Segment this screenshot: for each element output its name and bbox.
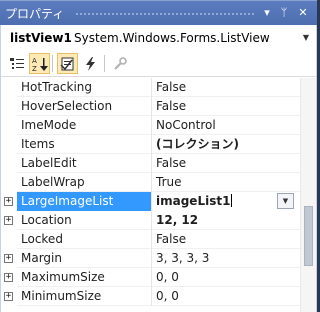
property-value-text: 12, 12	[156, 213, 199, 227]
property-name: LargeImageList	[17, 192, 152, 211]
property-row[interactable]: + LargeImageList imageList1 ▼	[1, 192, 300, 211]
expand-icon[interactable]: +	[4, 273, 13, 282]
property-value-text: (コレクション)	[156, 137, 239, 151]
vertical-scrollbar[interactable]	[300, 78, 316, 312]
property-row[interactable]: Locked False	[1, 230, 300, 249]
property-name: Items	[17, 135, 152, 154]
property-row[interactable]: LabelWrap True	[1, 173, 300, 192]
row-gutter: +	[1, 192, 17, 211]
property-value: False	[153, 230, 300, 249]
title-bar[interactable]: プロパティ ▾ ᛘ ✕	[0, 0, 317, 25]
chevron-down-icon[interactable]: ▼	[299, 30, 313, 46]
property-value-text: False	[156, 80, 187, 94]
property-name: LabelEdit	[17, 154, 152, 173]
property-name: ImeMode	[17, 116, 152, 135]
property-row[interactable]: + Location 12, 12	[1, 211, 300, 230]
property-value-text: 3, 3, 3, 3	[156, 251, 210, 265]
property-value-text: 0, 0	[156, 289, 179, 303]
property-value: (コレクション)	[153, 135, 300, 154]
property-row[interactable]: LabelEdit False	[1, 154, 300, 173]
properties-icon	[60, 57, 74, 71]
row-gutter: +	[1, 287, 17, 306]
alphabetical-icon: A Z	[32, 57, 48, 72]
property-name: Locked	[17, 230, 152, 249]
property-pages-button[interactable]	[109, 53, 130, 74]
property-value: False	[153, 154, 300, 173]
row-gutter	[1, 230, 17, 249]
expand-icon[interactable]: +	[4, 292, 13, 301]
property-name: MaximumSize	[17, 268, 152, 287]
property-value-text: False	[156, 99, 187, 113]
property-grid: HotTracking False HoverSelection False ImeMo…	[1, 78, 300, 312]
property-row[interactable]: + MaximumSize 0, 0	[1, 268, 300, 287]
events-icon	[86, 57, 95, 71]
toolbar-separator	[104, 55, 105, 72]
row-gutter: +	[1, 249, 17, 268]
property-row[interactable]: HotTracking False	[1, 78, 300, 97]
property-name: Margin	[17, 249, 152, 268]
property-value-text: False	[156, 232, 187, 246]
property-value: 0, 0	[153, 268, 300, 287]
property-value: NoControl	[153, 116, 300, 135]
property-name: HoverSelection	[17, 97, 152, 116]
window-menu-button[interactable]: ▾	[259, 5, 275, 21]
property-value: 3, 3, 3, 3	[153, 249, 300, 268]
svg-text:Z: Z	[32, 65, 37, 72]
property-value-text: True	[156, 175, 182, 189]
auto-hide-pin-button[interactable]: ᛘ	[276, 5, 292, 21]
properties-toolbar: A Z	[1, 51, 316, 77]
title-grip	[75, 12, 255, 17]
properties-window: プロパティ ▾ ᛘ ✕ listView1 System.Windows.For…	[0, 0, 317, 312]
row-gutter	[1, 116, 17, 135]
property-value-text: imageList1	[156, 194, 231, 208]
object-selector[interactable]: listView1 System.Windows.Forms.ListView …	[3, 27, 315, 49]
expand-icon[interactable]: +	[4, 254, 13, 263]
property-value: 0, 0	[153, 287, 300, 306]
toolbar-separator	[52, 55, 53, 72]
object-type: System.Windows.Forms.ListView	[74, 31, 270, 45]
property-value: True	[153, 173, 300, 192]
property-name: HotTracking	[17, 78, 152, 97]
property-row[interactable]: HoverSelection False	[1, 97, 300, 116]
row-gutter	[1, 78, 17, 97]
svg-text:A: A	[32, 57, 37, 65]
close-button[interactable]: ✕	[295, 5, 311, 21]
row-gutter: +	[1, 268, 17, 287]
row-gutter	[1, 97, 17, 116]
alphabetical-button[interactable]: A Z	[29, 53, 50, 74]
scrollbar-thumb[interactable]	[304, 206, 313, 266]
property-value-text: 0, 0	[156, 270, 179, 284]
row-gutter	[1, 173, 17, 192]
property-name: Location	[17, 211, 152, 230]
property-row[interactable]: ImeMode NoControl	[1, 116, 300, 135]
properties-panel: listView1 System.Windows.Forms.ListView …	[0, 25, 317, 312]
window-title: プロパティ	[5, 7, 65, 21]
property-name: LabelWrap	[17, 173, 152, 192]
property-name: MinimumSize	[17, 287, 152, 306]
property-row[interactable]: + MinimumSize 0, 0	[1, 287, 300, 306]
expand-icon[interactable]: +	[4, 197, 13, 206]
property-row[interactable]: Items (コレクション)	[1, 135, 300, 154]
chevron-down-icon[interactable]: ▼	[277, 193, 294, 209]
categorized-icon	[10, 58, 24, 69]
properties-button[interactable]	[57, 53, 78, 74]
row-gutter	[1, 154, 17, 173]
property-row[interactable]: + Margin 3, 3, 3, 3	[1, 249, 300, 268]
property-value: 12, 12	[153, 211, 300, 230]
object-name: listView1	[10, 31, 72, 45]
property-value-text: False	[156, 156, 187, 170]
property-value: False	[153, 97, 300, 116]
row-gutter	[1, 135, 17, 154]
categorized-button[interactable]	[6, 53, 27, 74]
property-value-text: NoControl	[156, 118, 216, 132]
events-button[interactable]	[80, 53, 101, 74]
text-caret	[231, 194, 233, 207]
row-gutter: +	[1, 211, 17, 230]
property-pages-icon	[114, 57, 127, 70]
expand-icon[interactable]: +	[4, 216, 13, 225]
property-value: False	[153, 78, 300, 97]
